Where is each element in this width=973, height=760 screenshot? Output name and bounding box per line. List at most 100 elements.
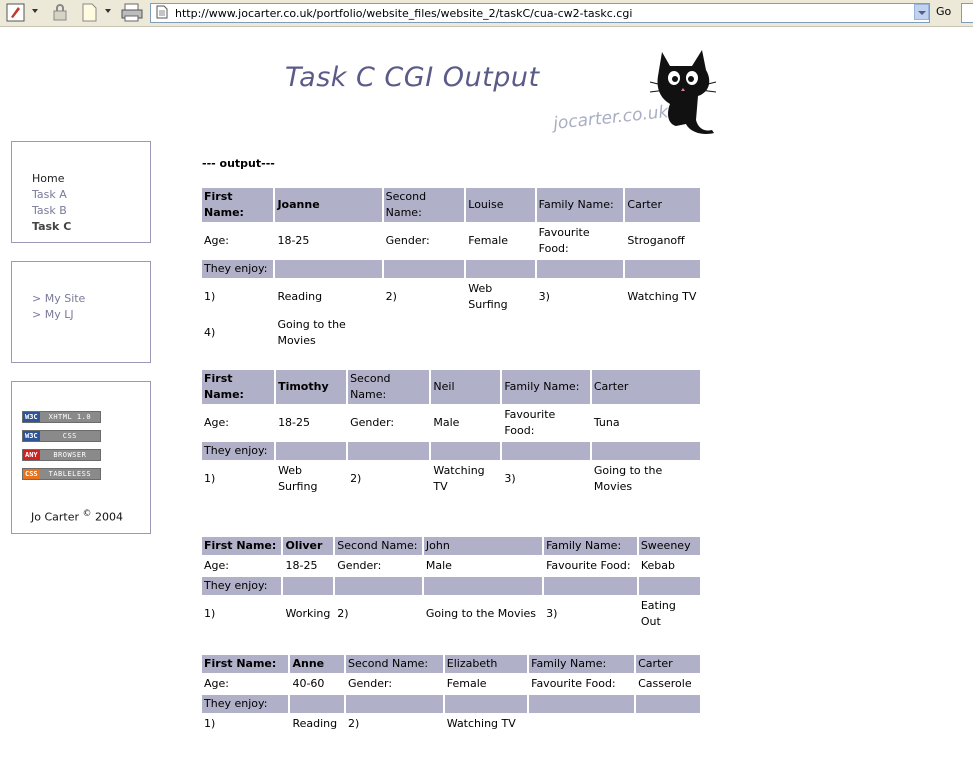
age-label: Age: [204,416,229,429]
hobby-value: Going to the Movies [425,607,537,620]
hobby-value: Reading [292,717,338,730]
they-enjoy-label: They enjoy: [202,260,274,278]
hobby-value: Reading [277,290,323,303]
favourite-food-value: Casserole [638,677,692,690]
favourite-food-label: Favourite Food: [546,559,631,572]
links-box: > My Site > My LJ [11,261,151,363]
lock-icon[interactable] [50,3,70,22]
nav-task-b[interactable]: Task B [32,204,67,217]
nav-task-c[interactable]: Task C [32,220,71,233]
css-badge[interactable]: W3C CSS [22,430,101,442]
second-name-label: Second Name: [335,537,422,555]
gender-value: Male [433,416,460,429]
second-name-value: Elizabeth [444,655,528,673]
family-name-label: Family Name: [502,370,590,404]
edit-icon[interactable] [6,3,26,22]
hobby-number: 1) [204,290,216,303]
hobby-number: 4) [204,326,216,339]
chevron-down-icon[interactable] [32,9,38,13]
age-value: 18-25 [285,559,318,572]
hobby-number: 1) [204,717,216,730]
family-name-label: Family Name: [536,188,624,222]
page-icon [156,5,168,19]
hobby-number: 3) [538,290,550,303]
favourite-food-label: Favourite Food: [531,677,616,690]
family-name-label: Family Name: [544,537,637,555]
second-name-value: Louise [466,188,535,222]
they-enjoy-label: They enjoy: [202,442,275,460]
favourite-food-value: Tuna [593,416,620,429]
favourite-food-value: Kebab [640,559,675,572]
age-label: Age: [204,234,229,247]
nav-task-a[interactable]: Task A [32,188,67,201]
hobby-number: 2) [350,472,362,485]
person-table-joanne: First Name: Joanne Second Name: Louise F… [200,186,702,352]
hobby-value: Watching TV [446,717,516,730]
badges-box: W3C XHTML 1.0 W3C CSS ANY BROWSER CSS TABLEL… [11,381,151,534]
nav-box: Home Task A Task B Task C [11,141,151,243]
gender-label: Gender: [385,234,430,247]
hobby-number: 3) [546,607,558,620]
go-button[interactable]: Go [936,5,951,18]
chevron-down-icon[interactable] [105,9,111,13]
family-name-value: Carter [636,655,700,673]
page-title: Task C CGI Output [285,62,540,93]
hobby-number: 2) [337,607,349,620]
address-dropdown-button[interactable] [914,4,929,20]
hobby-value: Working [285,607,331,620]
first-name-label: First Name: [202,188,274,222]
person-table-oliver: First Name: Oliver Second Name: John Fam… [200,535,702,633]
first-name-label: First Name: [202,370,275,404]
css-tableless-badge[interactable]: CSS TABLELESS [22,468,101,480]
my-lj-link[interactable]: > My LJ [32,308,74,321]
second-name-label: Second Name: [346,655,443,673]
person-table-anne: First Name: Anne Second Name: Elizabeth … [200,653,702,735]
my-site-link[interactable]: > My Site [32,292,85,305]
family-name-value: Carter [591,370,700,404]
hobby-value: Watching TV [433,464,485,493]
copyright: Jo Carter © 2004 [31,509,124,524]
first-name-value: Oliver [283,537,334,555]
xhtml-badge[interactable]: W3C XHTML 1.0 [22,411,101,423]
family-name-label: Family Name: [529,655,635,673]
first-name-label: First Name: [202,655,289,673]
any-browser-badge[interactable]: ANY BROWSER [22,449,101,461]
gender-label: Gender: [337,559,382,572]
gender-value: Female [446,677,487,690]
person-table-timothy: First Name: Timothy Second Name: Neil Fa… [200,368,702,498]
new-page-icon[interactable] [80,3,98,22]
age-value: 18-25 [278,416,311,429]
favourite-food-label: Favourite Food: [538,226,590,255]
second-name-value: Neil [431,370,501,404]
hobby-number: 1) [204,607,216,620]
they-enjoy-label: They enjoy: [202,695,289,713]
age-label: Age: [204,677,229,690]
they-enjoy-label: They enjoy: [202,577,282,595]
age-value: 18-25 [277,234,310,247]
hobby-value: Watching TV [627,290,697,303]
first-name-label: First Name: [202,537,282,555]
nav-home[interactable]: Home [32,172,64,185]
hobby-value: Eating Out [640,599,676,628]
hobby-value: Web Surfing [278,464,318,493]
second-name-label: Second Name: [383,188,465,222]
gender-label: Gender: [350,416,395,429]
first-name-value: Anne [290,655,344,673]
family-name-value: Sweeney [638,537,700,555]
hobby-value: Going to the Movies [593,464,663,493]
url-input[interactable] [173,4,905,21]
search-box[interactable] [961,3,973,23]
hobby-number: 1) [204,472,216,485]
hobby-number: 2) [348,717,360,730]
address-bar[interactable] [150,3,930,23]
browser-toolbar: Go [0,0,973,27]
family-name-value: Carter [625,188,700,222]
first-name-value: Timothy [276,370,347,404]
age-label: Age: [204,559,229,572]
hobby-number: 3) [504,472,516,485]
gender-value: Female [468,234,509,247]
hobby-value: Web Surfing [468,282,508,311]
print-icon[interactable] [120,3,144,22]
black-cat-logo [649,50,717,134]
gender-label: Gender: [348,677,393,690]
